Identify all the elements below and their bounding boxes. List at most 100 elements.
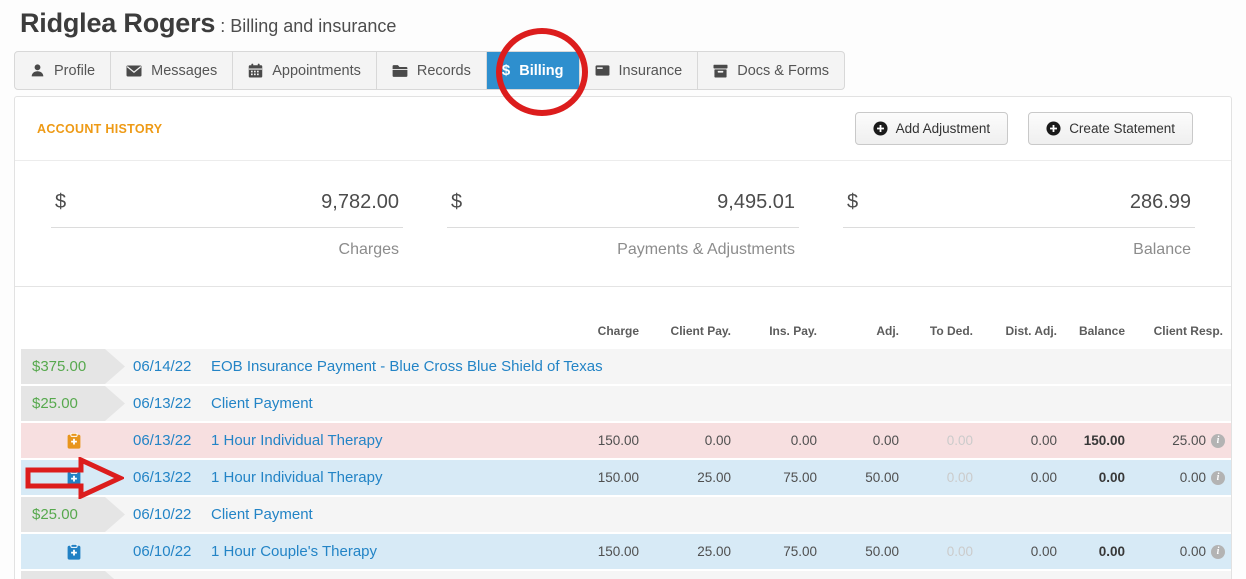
header-actions: Add Adjustment Create Statement [854,112,1193,145]
row-description-link[interactable]: EOB Insurance Payment - Blue Cross Blue … [211,358,603,375]
row-date-link[interactable]: 06/10/22 [133,506,191,523]
balance-label: Balance [1133,241,1191,258]
payments-amount: 9,495.01 [717,191,795,213]
archive-box-icon [713,64,728,78]
tab-insurance[interactable]: Insurance [580,52,699,89]
amount-cell: 0.00 [946,544,973,559]
row-date-link[interactable]: 06/13/22 [133,395,191,412]
tab-appointments[interactable]: Appointments [233,52,377,89]
amount-cell: 150.00 [597,544,639,559]
client-resp-value: 0.00 [1179,470,1206,485]
amount-cell: 25.00 [697,544,731,559]
payment-amount-badge [21,571,125,579]
ledger-row: 06/13/22 1 Hour Individual Therapy 150.00 2… [21,460,1231,495]
column-header: Balance [1078,324,1125,338]
currency-symbol: $ [55,191,67,213]
billing-page: Ridglea Rogers: Billing and insurance Pr… [0,0,1246,579]
row-date-link[interactable]: 06/13/22 [133,469,191,486]
envelope-icon [126,64,142,78]
amount-cell: 150.00 [597,433,639,448]
ledger-row [21,571,1231,579]
amount-cell: 0.00 [1098,470,1125,485]
payment-amount-badge: $25.00 [21,386,125,421]
tab-label: Insurance [618,62,683,79]
clipboard-plus-icon [67,469,81,486]
plus-circle-icon [1046,121,1061,136]
amount-cell: 75.00 [783,544,817,559]
row-description-link[interactable]: 1 Hour Couple's Therapy [211,543,377,560]
tab-docs-forms[interactable]: Docs & Forms [698,52,844,89]
ledger-row: 06/10/22 1 Hour Couple's Therapy 150.00 25.… [21,534,1231,569]
account-summary: $ 9,782.00 Charges $ 9,495.01 Payments &… [15,161,1231,287]
plus-circle-icon [873,121,888,136]
amount-cell: 0.00 [790,433,817,448]
row-description-link[interactable]: 1 Hour Individual Therapy [211,432,383,449]
column-header: Charge [597,324,639,338]
column-header: Client Pay. [670,324,731,338]
summary-charges: $ 9,782.00 Charges [51,191,403,286]
tab-records[interactable]: Records [377,52,487,89]
charges-label: Charges [338,241,399,258]
amount-cell: 0.00 [1030,544,1057,559]
column-header: Dist. Adj. [1005,324,1057,338]
column-header: Adj. [876,324,899,338]
ledger-row: $25.00 06/10/22 Client Payment [21,497,1231,532]
row-description-link[interactable]: 1 Hour Individual Therapy [211,469,383,486]
client-name: Ridglea Rogers [20,8,216,38]
amount-cell: 0.00 [872,433,899,448]
tab-label: Messages [151,62,218,79]
amount-cell: 0.00 [1030,433,1057,448]
tab-label: Billing [519,62,564,79]
charge-icon-cell [21,469,133,486]
column-header: To Ded. [929,324,973,338]
calendar-icon [248,63,263,78]
charge-icon-cell [21,432,133,449]
ledger-row: $25.00 06/13/22 Client Payment [21,386,1231,421]
account-history-card: ACCOUNT HISTORY Add Adjustment Create St… [14,96,1232,579]
row-date-link[interactable]: 06/10/22 [133,543,191,560]
client-resp-value: 25.00 [1172,433,1206,448]
summary-payments: $ 9,495.01 Payments & Adjustments [447,191,799,286]
charges-amount: 9,782.00 [321,191,399,213]
ledger-row: 06/13/22 1 Hour Individual Therapy 150.00 0… [21,423,1231,458]
tab-label: Profile [54,62,96,79]
amount-cell: 150.00 [597,470,639,485]
amount-cell: 50.00 [865,470,899,485]
page-subtitle: : Billing and insurance [220,16,397,36]
balance-amount: 286.99 [1129,191,1191,213]
row-date-link[interactable]: 06/14/22 [133,358,191,375]
row-date-link[interactable]: 06/13/22 [133,432,191,449]
tab-profile[interactable]: Profile [15,52,112,89]
amount-cell: 50.00 [865,544,899,559]
create-statement-label: Create Statement [1069,121,1175,136]
credit-card-icon [595,64,610,77]
add-adjustment-button[interactable]: Add Adjustment [854,112,1009,145]
account-history-header: ACCOUNT HISTORY Add Adjustment Create St… [15,97,1231,161]
amount-cell: 0.00 [704,433,731,448]
tab-label: Appointments [272,62,361,79]
client-resp-value: 0.00 [1179,544,1206,559]
payments-label: Payments & Adjustments [617,241,795,258]
client-resp-cell: 0.00 i [1133,470,1231,485]
tab-messages[interactable]: Messages [111,52,234,89]
amount-cell: 25.00 [697,470,731,485]
row-description-link[interactable]: Client Payment [211,506,313,523]
table-header: Charge Client Pay. Ins. Pay. Adj. To Ded. Dis… [21,316,1231,346]
amount-cell: 0.00 [1098,544,1125,559]
info-icon[interactable]: i [1211,470,1225,485]
info-icon[interactable]: i [1211,433,1225,448]
section-title: ACCOUNT HISTORY [37,121,163,136]
clipboard-plus-icon [67,432,81,449]
client-tab-bar: Profile Messages Appointments Records $ Billi… [14,51,846,90]
tab-billing[interactable]: $ Billing [486,52,580,89]
client-resp-cell: 0.00 i [1133,544,1231,559]
create-statement-button[interactable]: Create Statement [1028,112,1193,145]
amount-cell: 0.00 [946,433,973,448]
tab-label: Docs & Forms [737,62,830,79]
row-description-link[interactable]: Client Payment [211,395,313,412]
dollar-icon: $ [501,62,511,79]
info-icon[interactable]: i [1211,544,1225,559]
payment-amount-badge: $375.00 [21,349,125,384]
amount-cell: 150.00 [1083,433,1125,448]
amount-cell: 75.00 [783,470,817,485]
